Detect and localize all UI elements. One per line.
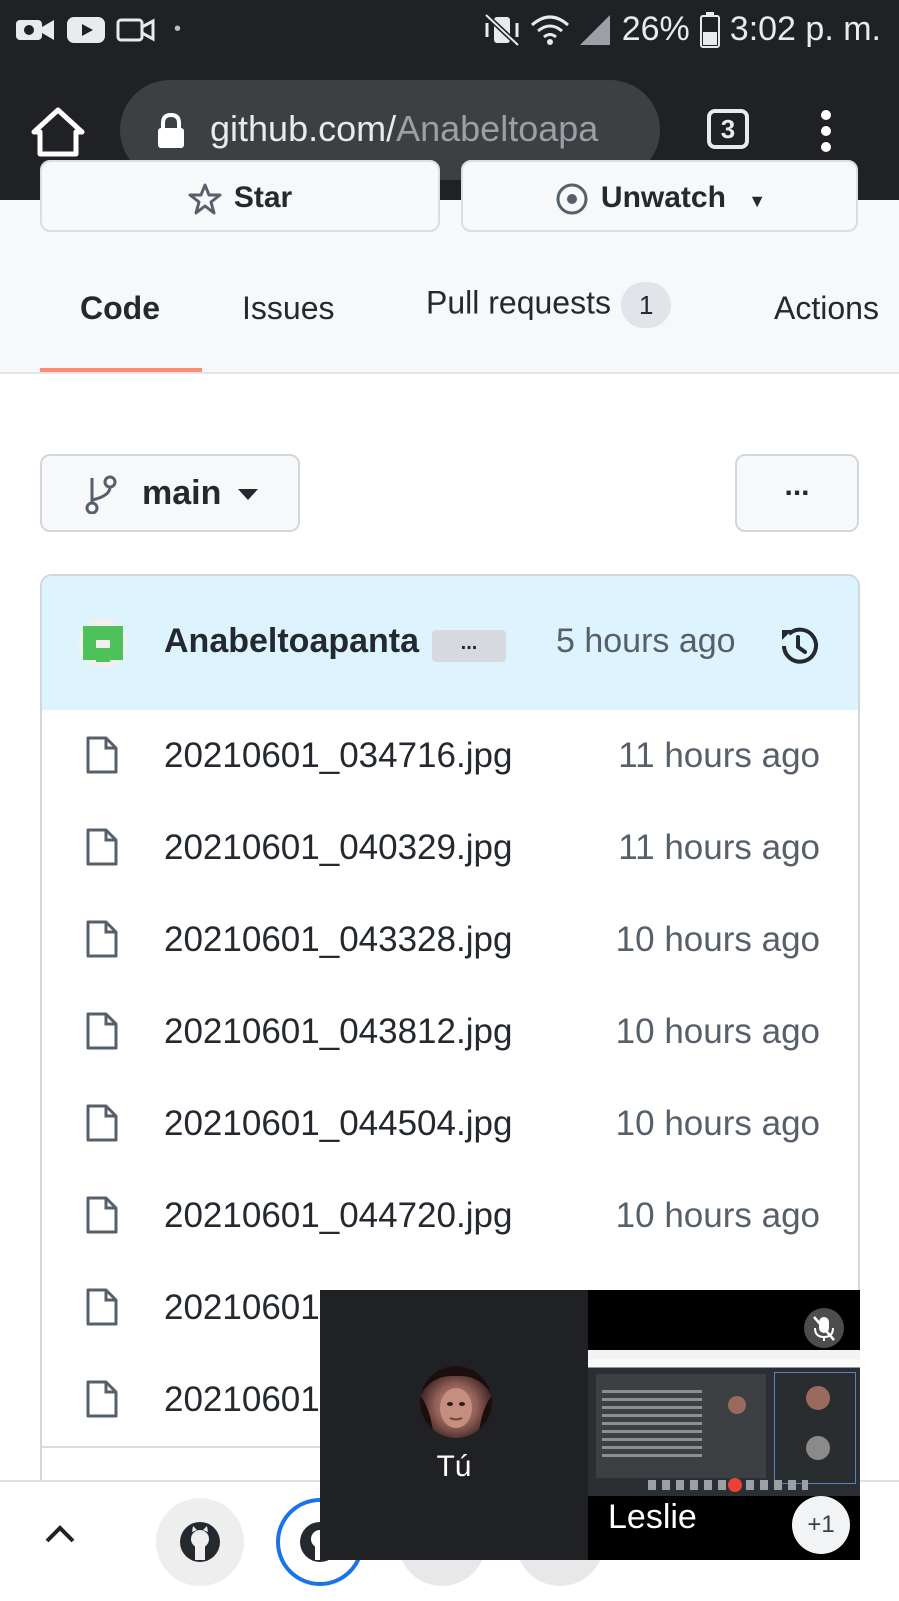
tab-switcher-button[interactable]: 3	[707, 109, 749, 149]
file-age: 10 hours ago	[615, 1012, 820, 1051]
file-icon	[86, 1012, 118, 1050]
tab-pull-requests[interactable]: Pull requests 1	[426, 282, 672, 328]
file-icon	[86, 920, 118, 958]
github-icon	[180, 1522, 220, 1562]
home-icon[interactable]	[30, 106, 86, 158]
file-icon	[86, 1196, 118, 1234]
pull-requests-counter: 1	[620, 282, 672, 328]
url-host: github.com/	[210, 108, 397, 149]
file-age: 11 hours ago	[618, 736, 820, 775]
shared-screen-face	[806, 1436, 830, 1460]
chevron-down-icon: ▼	[748, 191, 767, 211]
file-icon	[86, 1104, 118, 1142]
file-row[interactable]: 20210601_040329.jpg 11 hours ago	[42, 802, 858, 896]
file-age: 10 hours ago	[615, 1104, 820, 1143]
person-photo	[420, 1366, 492, 1438]
star-button[interactable]: Star	[40, 160, 440, 232]
file-icon	[86, 828, 118, 866]
star-icon	[188, 183, 222, 215]
shared-screen-face	[728, 1396, 746, 1414]
file-name[interactable]: 20210601	[164, 1288, 320, 1328]
file-row[interactable]: 20210601_044504.jpg 10 hours ago	[42, 1078, 858, 1172]
battery-percent: 26%	[621, 10, 690, 48]
more-vert-icon[interactable]	[818, 109, 834, 153]
file-name[interactable]: 20210601_044720.jpg	[164, 1196, 512, 1236]
shared-screen-face	[806, 1386, 830, 1410]
history-icon[interactable]	[776, 624, 820, 668]
repo-nav: Code Issues Pull requests 1 Actions	[0, 260, 899, 372]
caret-down-icon	[238, 489, 258, 500]
file-icon	[86, 1288, 118, 1326]
file-name[interactable]: 20210601_043812.jpg	[164, 1012, 512, 1052]
mic-off-icon	[804, 1308, 844, 1348]
branch-selector[interactable]: main	[40, 454, 300, 532]
branch-name: main	[142, 474, 222, 512]
commit-time[interactable]: 5 hours ago	[556, 622, 736, 661]
file-row[interactable]: 20210601_043328.jpg 10 hours ago	[42, 894, 858, 988]
file-row[interactable]: 20210601_044720.jpg 10 hours ago	[42, 1170, 858, 1264]
tab-thumbnail[interactable]	[156, 1498, 244, 1586]
file-icon	[86, 736, 118, 774]
self-avatar	[420, 1366, 492, 1438]
shared-screen-text	[602, 1390, 702, 1460]
more-options-button[interactable]: ...	[735, 454, 859, 532]
lock-icon	[158, 113, 184, 148]
file-age: 10 hours ago	[615, 1196, 820, 1235]
commit-author[interactable]: Anabeltoapanta	[164, 622, 419, 661]
file-name[interactable]: 20210601_040329.jpg	[164, 828, 512, 868]
latest-commit: Anabeltoapanta ... 5 hours ago	[42, 576, 858, 712]
url-path: Anabeltoapa	[396, 108, 599, 149]
remote-participant-name: Leslie	[608, 1498, 697, 1536]
star-label: Star	[233, 181, 293, 214]
camera-outline-icon	[116, 18, 155, 42]
self-tile: Tú	[320, 1290, 588, 1560]
commit-message-toggle[interactable]: ...	[432, 630, 506, 662]
watch-button[interactable]: Unwatch ▼	[461, 160, 858, 232]
video-call-overlay[interactable]: Tú Leslie +1	[320, 1290, 860, 1560]
url-text: github.com/Anabeltoapa	[210, 108, 598, 150]
shared-screen	[588, 1350, 860, 1496]
file-icon	[86, 1380, 118, 1418]
signal-icon	[579, 14, 610, 45]
wifi-icon	[530, 15, 569, 45]
avatar[interactable]	[78, 618, 128, 668]
tab-issues[interactable]: Issues	[242, 290, 334, 327]
file-age: 11 hours ago	[618, 828, 820, 867]
file-name[interactable]: 20210601_043328.jpg	[164, 920, 512, 960]
file-row[interactable]: 20210601_034716.jpg 11 hours ago	[42, 710, 858, 804]
dot-icon: •	[174, 17, 182, 40]
clock: 3:02 p. m.	[729, 10, 881, 48]
file-name[interactable]: 20210601_034716.jpg	[164, 736, 512, 776]
vibrate-mute-icon	[484, 12, 520, 47]
file-name[interactable]: 20210601_044504.jpg	[164, 1104, 512, 1144]
file-row[interactable]: 20210601_043812.jpg 10 hours ago	[42, 986, 858, 1080]
battery-icon	[699, 11, 720, 48]
self-label: Tú	[436, 1450, 472, 1483]
tab-actions[interactable]: Actions	[774, 290, 879, 327]
extra-participants-badge[interactable]: +1	[792, 1496, 850, 1554]
youtube-icon	[67, 17, 105, 43]
chevron-up-icon[interactable]	[44, 1524, 76, 1544]
file-name[interactable]: 20210601	[164, 1380, 320, 1420]
video-camera-icon	[16, 20, 54, 40]
git-branch-icon	[85, 475, 117, 514]
github-page: Star Unwatch ▼ Code Issues Pull requests…	[0, 160, 899, 1494]
shared-screen-end-call	[728, 1478, 742, 1492]
tab-code[interactable]: Code	[80, 290, 160, 327]
status-bar: • 26% 3:02 p. m.	[0, 0, 899, 64]
eye-icon	[556, 183, 588, 215]
file-age: 10 hours ago	[615, 920, 820, 959]
tab-pull-requests-label: Pull requests	[426, 284, 611, 321]
watch-label: Unwatch	[600, 181, 726, 214]
